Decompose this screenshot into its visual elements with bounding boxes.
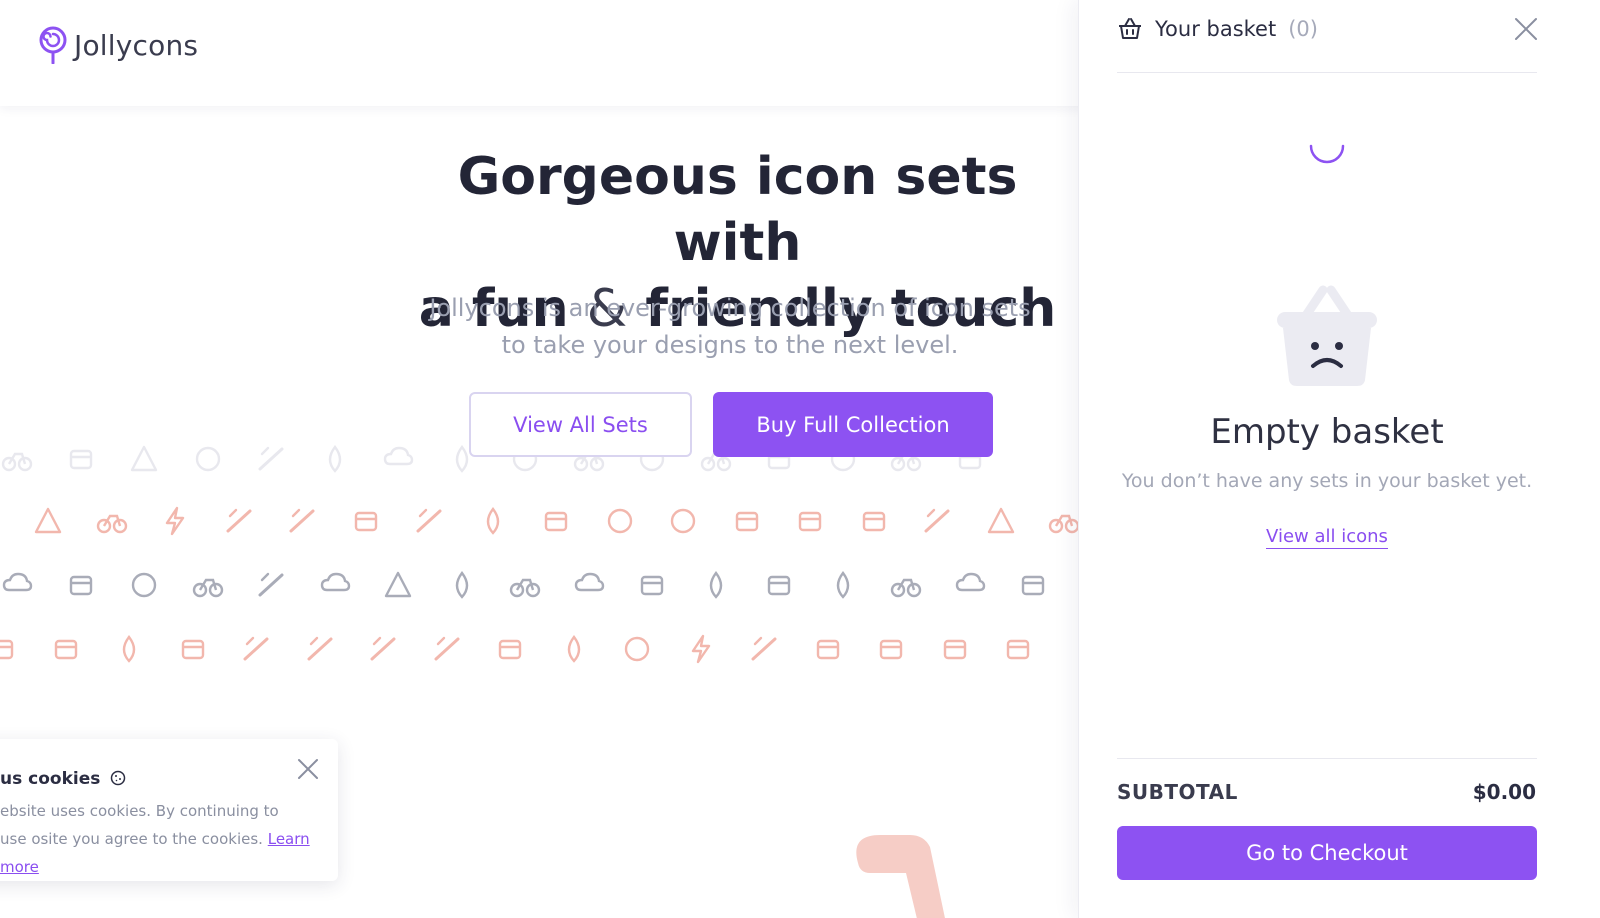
cup-icon [1001, 632, 1035, 666]
cloud-icon [572, 568, 606, 602]
heart-icon [318, 442, 352, 476]
pickaxe-icon [557, 632, 591, 666]
basket-icon [1119, 18, 1141, 39]
popsicle-icon [445, 568, 479, 602]
cookie-title-text: us cookies [0, 769, 101, 789]
comet-icon [285, 504, 319, 538]
toggle-icon [191, 442, 225, 476]
helicopter-icon [381, 442, 415, 476]
motorbike-icon [0, 442, 34, 476]
burger-icon [539, 504, 573, 538]
lipstick-icon [920, 504, 954, 538]
headphones-icon [603, 504, 637, 538]
drop-icon [112, 632, 146, 666]
loading-spinner-icon [1309, 144, 1345, 164]
decorative-shape-icon [856, 835, 945, 918]
clipboard-icon [493, 632, 527, 666]
icon-row [0, 504, 1100, 544]
cone-icon [31, 504, 65, 538]
brand-name: Jollycons [74, 28, 199, 62]
shorts-icon [874, 632, 908, 666]
view-all-icons-link-wrapper: View all icons [1079, 526, 1575, 549]
basket-panel: Your basket (0) Empty basket You don’t h… [1078, 0, 1600, 918]
view-all-icons-link[interactable]: View all icons [1266, 526, 1388, 549]
icon-row [0, 568, 1100, 608]
plane-off-icon [222, 504, 256, 538]
bolt-icon [684, 632, 718, 666]
hero-subtitle: Jollycons is an ever-growing collection … [429, 294, 1031, 359]
close-icon[interactable] [296, 757, 320, 781]
pulse-icon [158, 504, 192, 538]
sad-basket-icon [1277, 285, 1377, 386]
sunrise-icon [666, 504, 700, 538]
van-icon [349, 504, 383, 538]
cloud-rain-icon [0, 568, 34, 602]
stethoscope-icon [699, 568, 733, 602]
cloud-rain-icon [318, 568, 352, 602]
guitar-icon [303, 632, 337, 666]
go-to-checkout-button[interactable]: Go to Checkout [1117, 826, 1537, 880]
passport-icon [1016, 568, 1050, 602]
goggles-icon [730, 504, 764, 538]
bike-icon [889, 568, 923, 602]
pill-icon [239, 632, 273, 666]
cookie-body: ebsite uses cookies. By continuing to us… [0, 802, 279, 848]
clapper-icon [0, 632, 19, 666]
cup-icon [64, 442, 98, 476]
cookie-text: ebsite uses cookies. By continuing to us… [0, 797, 310, 881]
main-page: Jollycons Gorgeous icon sets with a fun … [0, 0, 1100, 918]
jollycons-logo[interactable]: Jollycons [38, 26, 198, 64]
subtotal-value: $0.00 [1472, 780, 1536, 804]
top-navigation-bar: Jollycons [0, 0, 1100, 106]
cookie-title: us cookies [0, 769, 126, 789]
tractor-icon [1047, 504, 1081, 538]
empty-basket-subtitle: You don’t have any sets in your basket y… [1121, 470, 1533, 492]
battery-icon [857, 504, 891, 538]
thermometer-icon [476, 504, 510, 538]
hero-title-line-1: Gorgeous icon sets with [457, 147, 1018, 273]
basket-count: (0) [1288, 17, 1318, 41]
buy-full-collection-button[interactable]: Buy Full Collection [713, 392, 993, 457]
guitar-icon [747, 632, 781, 666]
star-icon [127, 442, 161, 476]
basket-header-divider [1117, 72, 1537, 73]
apple-icon [620, 632, 654, 666]
tent-icon [984, 504, 1018, 538]
leaf-icon [254, 442, 288, 476]
basket-title: Your basket [1155, 17, 1277, 41]
cookie-icon [111, 770, 126, 786]
tractor-icon [95, 504, 129, 538]
lollipop-logo-icon [39, 26, 67, 64]
dumbbell-icon [366, 632, 400, 666]
subtotal-label: SUBTOTAL [1117, 780, 1238, 804]
basket-footer-divider [1117, 758, 1537, 759]
empty-basket-title: Empty basket [1210, 412, 1444, 452]
icon-row [0, 632, 1100, 672]
feather-icon [412, 504, 446, 538]
camera-icon [176, 632, 210, 666]
car-icon [508, 568, 542, 602]
icon-showcase [0, 432, 1100, 692]
bottle-icon [811, 632, 845, 666]
drop-icon [826, 568, 860, 602]
passport-icon [64, 568, 98, 602]
bus-icon [635, 568, 669, 602]
cookie-notice: us cookies ebsite uses cookies. By conti… [0, 739, 338, 881]
lines-icon [430, 632, 464, 666]
cup-icon [49, 632, 83, 666]
wheelchair-icon [191, 568, 225, 602]
close-basket-icon[interactable] [1513, 16, 1539, 42]
comet-icon [254, 568, 288, 602]
medkit-icon [762, 568, 796, 602]
cloud-rain-icon [953, 568, 987, 602]
road-icon [381, 568, 415, 602]
cablecar-icon [793, 504, 827, 538]
masks-icon [127, 568, 161, 602]
basket-header: Your basket (0) [1117, 12, 1537, 46]
view-all-sets-button[interactable]: View All Sets [469, 392, 692, 457]
clapper-icon [938, 632, 972, 666]
